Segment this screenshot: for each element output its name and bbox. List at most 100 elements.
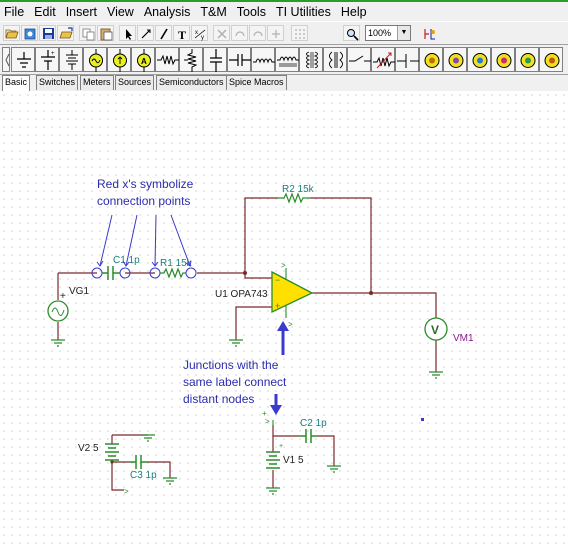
svg-text:x: x (195, 30, 198, 36)
meter-extra-icon[interactable] (539, 47, 563, 72)
zoom-icon[interactable] (343, 25, 360, 41)
undo-icon[interactable] (231, 25, 248, 41)
menu-edit[interactable]: Edit (29, 5, 61, 19)
pencil-icon[interactable] (155, 25, 172, 41)
new-icon[interactable] (21, 25, 38, 41)
svg-text:>: > (265, 417, 270, 426)
open-icon[interactable] (3, 25, 20, 41)
ground-c3 (163, 477, 177, 485)
ground-vm1 (429, 371, 443, 379)
select-arrow-icon[interactable] (119, 25, 136, 41)
menu-help[interactable]: Help (336, 5, 372, 19)
wire-feedback-left (244, 197, 278, 273)
c3-label: C3 1p (130, 470, 157, 481)
schematic-canvas[interactable]: C1 1p R1 15k R2 15k + VG1 − + > > U1 OPA… (0, 91, 568, 546)
palette-scroll-left[interactable] (2, 47, 10, 72)
zoom-select[interactable]: 100% ▼ (365, 25, 411, 41)
connection-marker (185, 267, 197, 279)
junction-dot (110, 460, 114, 464)
annotation-arrow-down (270, 394, 282, 415)
switch-icon[interactable] (347, 47, 371, 72)
battery-multi-icon[interactable] (59, 47, 83, 72)
tab-sources[interactable]: Sources (115, 75, 155, 90)
svg-text:+: + (60, 291, 66, 302)
paste-icon[interactable] (97, 25, 114, 41)
meter-freq-icon[interactable] (491, 47, 515, 72)
menu-tools[interactable]: Tools (232, 5, 271, 19)
junction-label-marker-v2[interactable]: > (124, 487, 129, 496)
folder-icon[interactable] (57, 25, 74, 41)
svg-text:A: A (141, 57, 147, 66)
junction-dot (369, 291, 373, 295)
v2-label: V2 5 (78, 443, 99, 454)
meter-probe-icon[interactable] (515, 47, 539, 72)
capacitor-vertical-icon[interactable] (203, 47, 227, 72)
resistor-vertical-icon[interactable] (179, 47, 203, 72)
annotation-bottom-line2: same label connect (183, 375, 287, 389)
component-palette: + A (0, 45, 568, 75)
resistor-icon[interactable] (155, 47, 179, 72)
current-source-icon[interactable] (107, 47, 131, 72)
tab-basic[interactable]: Basic (2, 75, 31, 91)
svg-text:+: + (279, 443, 283, 450)
plus-icon[interactable] (267, 25, 284, 41)
c2-label: C2 1p (300, 418, 327, 429)
copy-icon[interactable] (79, 25, 96, 41)
menu-file[interactable]: File (0, 5, 29, 19)
battery-v1[interactable] (266, 451, 280, 469)
pot-icon[interactable] (371, 47, 395, 72)
voltmeter-vm1[interactable]: V (424, 317, 448, 341)
menu-tm[interactable]: T&M (195, 5, 231, 19)
chevron-down-icon[interactable]: ▼ (397, 26, 410, 40)
battery-icon[interactable]: + (35, 47, 59, 72)
capacitor-c3[interactable] (130, 455, 148, 469)
relay-icon[interactable] (395, 47, 419, 72)
ammeter-icon[interactable]: A (131, 47, 155, 72)
v1-label: V1 5 (283, 455, 304, 466)
menu-insert[interactable]: Insert (61, 5, 102, 19)
transformer-core-icon[interactable] (323, 47, 347, 72)
menu-view[interactable]: View (102, 5, 139, 19)
r2-label: R2 15k (282, 184, 315, 195)
fraction-icon[interactable]: xy (191, 25, 208, 41)
transformer-icon[interactable] (299, 47, 323, 72)
resistor-r2[interactable] (278, 192, 310, 204)
voltage-source-icon[interactable] (83, 47, 107, 72)
vm1-label: VM1 (453, 333, 474, 344)
junction-label-marker[interactable]: > + (262, 409, 274, 426)
inductor-core-icon[interactable] (275, 47, 299, 72)
meter-voltage-icon[interactable] (419, 47, 443, 72)
save-icon[interactable] (39, 25, 56, 41)
wire-icon[interactable] (137, 25, 154, 41)
wire-feedback-right (310, 197, 372, 293)
svg-text:>: > (288, 320, 293, 329)
ground-icon[interactable] (11, 47, 35, 72)
capacitor-icon[interactable] (227, 47, 251, 72)
meter-current-icon[interactable] (443, 47, 467, 72)
tab-meters[interactable]: Meters (80, 75, 114, 90)
tab-semiconductors[interactable]: Semiconductors (156, 75, 227, 90)
component-tabs: Basic Switches Meters Sources Semiconduc… (0, 75, 568, 91)
resistor-r1[interactable] (160, 267, 186, 279)
redo-icon[interactable] (249, 25, 266, 41)
tab-switches[interactable]: Switches (36, 75, 79, 90)
inductor-icon[interactable] (251, 47, 275, 72)
vg1-label: VG1 (69, 286, 89, 297)
delete-icon[interactable] (213, 25, 230, 41)
annotation-top-line2: connection points (97, 194, 190, 208)
svg-text:y: y (201, 35, 204, 41)
ground-opamp (229, 339, 243, 347)
grid-icon[interactable] (291, 25, 308, 41)
capacitor-c1[interactable] (102, 266, 120, 280)
opamp-u1[interactable]: − + > > (271, 261, 314, 329)
menu-ti-utilities[interactable]: TI Utilities (271, 5, 336, 19)
battery-v2[interactable] (105, 443, 119, 461)
tab-spice-macros[interactable]: Spice Macros (226, 75, 287, 90)
text-icon[interactable]: T (173, 25, 190, 42)
probe-icon[interactable] (421, 25, 438, 41)
menu-analysis[interactable]: Analysis (139, 5, 196, 19)
svg-text:+: + (262, 409, 267, 418)
meter-power-icon[interactable] (467, 47, 491, 72)
capacitor-c2[interactable] (300, 429, 318, 443)
u1-label: U1 OPA743 (215, 289, 268, 300)
